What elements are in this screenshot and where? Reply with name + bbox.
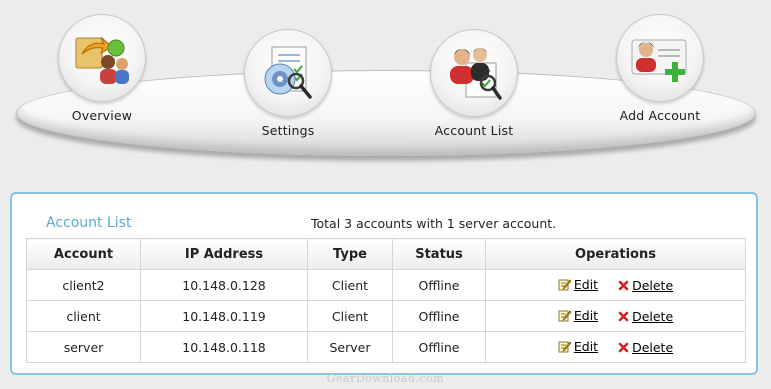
account-list-panel: Account List Total 3 accounts with 1 ser… [10, 192, 758, 375]
nav-circle [58, 14, 146, 102]
account-list-icon [450, 48, 502, 100]
edit-link[interactable]: Edit [574, 339, 598, 354]
nav-circle [616, 14, 704, 102]
cell-ip-address: 10.148.0.128 [140, 269, 308, 301]
nav-label-overview: Overview [71, 108, 133, 123]
cell-account: client [26, 300, 141, 332]
cell-status: Offline [392, 300, 486, 332]
cell-account: server [26, 331, 141, 363]
delete-action[interactable]: Delete [618, 340, 673, 355]
cell-operations: Edit Delete [485, 331, 746, 363]
delete-x-icon [618, 280, 629, 290]
cell-type: Server [307, 331, 393, 363]
table-row: server 10.148.0.118 Server Offline Edit [26, 331, 746, 363]
edit-action[interactable]: Edit [558, 339, 598, 354]
delete-link[interactable]: Delete [632, 340, 673, 355]
nav-circle [430, 29, 518, 117]
delete-link[interactable]: Delete [632, 278, 673, 293]
column-header-status: Status [392, 238, 486, 270]
table-row: client 10.148.0.119 Client Offline Edit [26, 300, 746, 332]
add-account-icon [631, 39, 687, 82]
cell-status: Offline [392, 269, 486, 301]
cell-status: Offline [392, 331, 486, 363]
cell-type: Client [307, 269, 393, 301]
nav-item-account-list[interactable]: Account List [414, 29, 534, 169]
cell-operations: Edit Delete [485, 300, 746, 332]
table-header-row: Account IP Address Type Status Operation… [26, 238, 746, 270]
cell-account: client2 [26, 269, 141, 301]
accounts-summary: Total 3 accounts with 1 server account. [311, 216, 557, 231]
column-header-operations: Operations [485, 238, 746, 270]
column-header-type: Type [307, 238, 393, 270]
edit-link[interactable]: Edit [574, 277, 598, 292]
delete-link[interactable]: Delete [632, 309, 673, 324]
edit-action[interactable]: Edit [558, 277, 598, 292]
nav-label-account-list: Account List [434, 123, 514, 138]
edit-icon [558, 341, 571, 352]
column-header-ip-address: IP Address [140, 238, 308, 270]
nav-label-add-account: Add Account [619, 108, 701, 123]
overview-icon [75, 36, 129, 84]
settings-icon [264, 46, 312, 99]
edit-link[interactable]: Edit [574, 308, 598, 323]
nav-label-settings: Settings [261, 123, 315, 138]
nav-item-overview[interactable]: Overview [42, 14, 162, 154]
cell-ip-address: 10.148.0.119 [140, 300, 308, 332]
panel-title: Account List [46, 215, 132, 231]
edit-icon [558, 279, 571, 290]
accounts-table: Account IP Address Type Status Operation… [26, 238, 746, 363]
delete-action[interactable]: Delete [618, 309, 673, 324]
cell-ip-address: 10.148.0.118 [140, 331, 308, 363]
cell-operations: Edit Delete [485, 269, 746, 301]
edit-action[interactable]: Edit [558, 308, 598, 323]
delete-x-icon [618, 311, 629, 321]
column-header-account: Account [26, 238, 141, 270]
delete-action[interactable]: Delete [618, 278, 673, 293]
table-row: client2 10.148.0.128 Client Offline Edit [26, 269, 746, 301]
watermark: GearDownload.com [326, 372, 445, 385]
nav-item-add-account[interactable]: Add Account [600, 14, 720, 154]
nav-item-settings[interactable]: Settings [228, 29, 348, 169]
nav-circle [244, 29, 332, 117]
edit-icon [558, 310, 571, 321]
cell-type: Client [307, 300, 393, 332]
delete-x-icon [618, 342, 629, 352]
main-navigation: Overview Settings Account List Add Accou… [0, 0, 771, 175]
